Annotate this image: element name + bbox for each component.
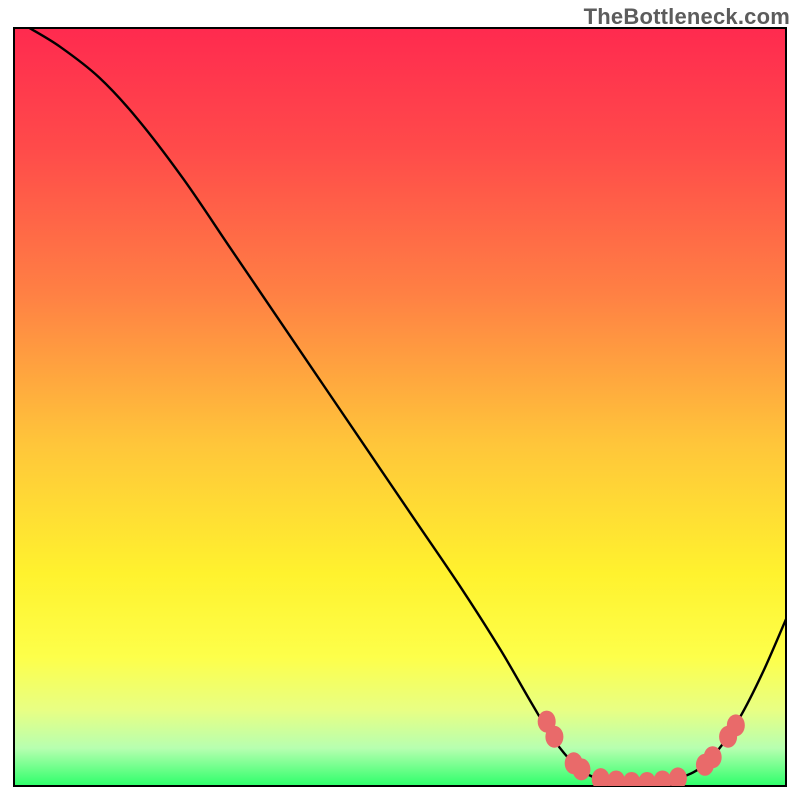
marker-dot [704, 746, 722, 768]
marker-dot [638, 772, 656, 794]
marker-dot [572, 758, 590, 780]
marker-dot [623, 772, 641, 794]
watermark-text: TheBottleneck.com [584, 4, 790, 30]
chart-container: TheBottleneck.com [0, 0, 800, 800]
bottleneck-chart [0, 0, 800, 800]
marker-dot [653, 770, 671, 792]
marker-dot [727, 714, 745, 736]
marker-dot [607, 770, 625, 792]
marker-dot [545, 726, 563, 748]
gradient-background [14, 28, 786, 786]
